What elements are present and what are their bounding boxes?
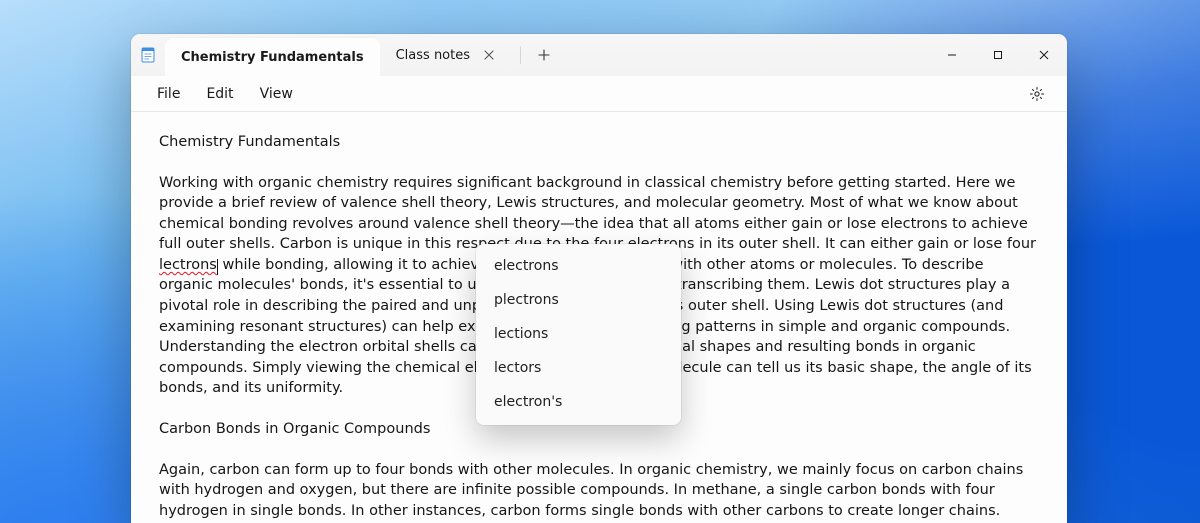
text-caret xyxy=(217,259,218,275)
minimize-icon xyxy=(947,50,957,60)
tab-inactive[interactable]: Class notes xyxy=(380,34,516,76)
title-bar[interactable]: Chemistry Fundamentals Class notes xyxy=(131,34,1067,76)
tab-separator xyxy=(520,46,521,64)
titlebar-drag-region[interactable] xyxy=(563,34,929,76)
menu-edit[interactable]: Edit xyxy=(206,86,233,102)
misspelled-word[interactable]: lectrons xyxy=(159,257,217,273)
suggestion-item[interactable]: plectrons xyxy=(476,284,681,318)
maximize-button[interactable] xyxy=(975,34,1021,76)
plus-icon xyxy=(538,49,550,61)
menu-view[interactable]: View xyxy=(260,86,293,102)
suggestion-item[interactable]: lections xyxy=(476,318,681,352)
tab-active[interactable]: Chemistry Fundamentals xyxy=(165,38,380,76)
tab-label: Class notes xyxy=(396,48,470,63)
tab-label: Chemistry Fundamentals xyxy=(181,50,364,65)
maximize-icon xyxy=(993,50,1003,60)
close-window-button[interactable] xyxy=(1021,34,1067,76)
close-icon xyxy=(1039,50,1049,60)
settings-button[interactable] xyxy=(1023,80,1051,108)
tab-close-button[interactable] xyxy=(478,44,500,66)
paragraph-2: Again, carbon can form up to four bonds … xyxy=(159,460,1039,522)
menu-bar: File Edit View xyxy=(131,76,1067,112)
text-editor[interactable]: Chemistry Fundamentals Working with orga… xyxy=(131,112,1067,523)
suggestion-item[interactable]: electrons xyxy=(476,250,681,284)
window-controls xyxy=(929,34,1067,76)
close-icon xyxy=(484,50,494,60)
suggestion-item[interactable]: lectors xyxy=(476,352,681,386)
menu-file[interactable]: File xyxy=(157,86,180,102)
suggestion-item[interactable]: electron's xyxy=(476,386,681,420)
document-title: Chemistry Fundamentals xyxy=(159,132,1039,153)
gear-icon xyxy=(1029,86,1045,102)
minimize-button[interactable] xyxy=(929,34,975,76)
app-icon xyxy=(131,34,165,76)
spellcheck-suggestions-popup: electrons plectrons lections lectors ele… xyxy=(476,244,681,425)
notepad-window: Chemistry Fundamentals Class notes xyxy=(131,34,1067,523)
new-tab-button[interactable] xyxy=(527,40,561,70)
